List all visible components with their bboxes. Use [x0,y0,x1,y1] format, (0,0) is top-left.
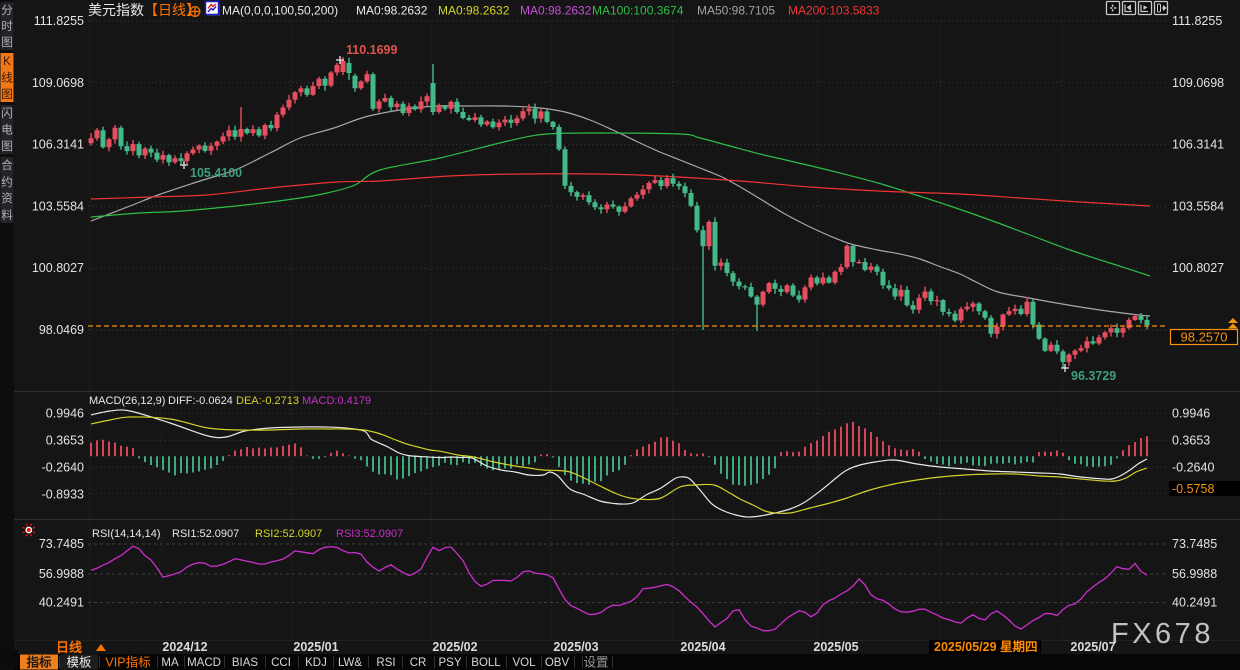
svg-text:MA50:98.7105: MA50:98.7105 [697,4,775,18]
svg-text:分: 分 [1,4,13,17]
svg-text:日线: 日线 [56,640,82,655]
svg-text:DEA:-0.2713: DEA:-0.2713 [236,395,299,407]
svg-text:0.3653: 0.3653 [46,433,84,447]
svg-text:BIAS: BIAS [232,657,259,669]
svg-text:BOLL: BOLL [471,657,501,669]
svg-text:109.0698: 109.0698 [32,76,84,90]
svg-text:RSI1:52.0907: RSI1:52.0907 [172,528,239,540]
svg-text:100.8027: 100.8027 [32,261,84,275]
svg-text:约: 约 [1,175,13,189]
svg-text:MA200:103.5833: MA200:103.5833 [788,4,880,18]
svg-text:73.7485: 73.7485 [39,537,84,551]
svg-text:MACD:0.4179: MACD:0.4179 [302,395,371,407]
svg-text:模板: 模板 [66,656,92,670]
svg-text:MA(0,0,0,100,50,200): MA(0,0,0,100,50,200) [222,4,338,18]
svg-text:料: 料 [1,208,13,222]
svg-text:图: 图 [1,88,13,101]
svg-text:0.9946: 0.9946 [1172,406,1210,420]
svg-text:MACD: MACD [187,657,221,669]
svg-text:56.9988: 56.9988 [39,567,84,581]
svg-text:2025/03: 2025/03 [553,640,598,654]
svg-text:2025/07: 2025/07 [1070,640,1115,654]
svg-text:PSY: PSY [438,657,461,669]
svg-text:2025/05/29 星期四: 2025/05/29 星期四 [934,639,1038,654]
svg-text:98.0469: 98.0469 [39,323,84,337]
svg-text:LW&: LW& [338,657,362,669]
svg-text:103.5584: 103.5584 [1172,199,1224,213]
svg-text:MA0:98.2632: MA0:98.2632 [520,4,592,18]
svg-text:电: 电 [1,124,13,137]
svg-text:MA0:98.2632: MA0:98.2632 [438,4,510,18]
svg-text:CCI: CCI [271,657,291,669]
svg-text:资: 资 [1,192,13,205]
svg-text:40.2491: 40.2491 [39,596,84,610]
svg-text:-0.2640: -0.2640 [1172,460,1214,474]
svg-text:VIP指标: VIP指标 [105,655,150,670]
svg-text:图: 图 [1,36,13,49]
svg-text:73.7485: 73.7485 [1172,537,1217,551]
svg-text:OBV: OBV [545,657,570,669]
svg-text:0.3653: 0.3653 [1172,433,1210,447]
svg-text:设置: 设置 [583,655,608,670]
svg-text:111.8255: 111.8255 [1172,14,1222,28]
svg-text:MA0:98.2632: MA0:98.2632 [356,4,428,18]
svg-text:DIFF:-0.0624: DIFF:-0.0624 [168,395,233,407]
svg-text:VOL: VOL [512,657,536,669]
svg-text:RSI2:52.0907: RSI2:52.0907 [255,528,322,540]
svg-text:RSI3:52.0907: RSI3:52.0907 [336,528,403,540]
svg-text:111.8255: 111.8255 [34,14,84,28]
svg-text:2025/02: 2025/02 [432,640,477,654]
svg-text:RSI: RSI [376,657,395,669]
svg-text:98.2570: 98.2570 [1181,330,1228,345]
svg-text:MA: MA [161,657,179,669]
svg-text:-0.8933: -0.8933 [42,487,84,501]
svg-text:103.5584: 103.5584 [32,199,84,213]
svg-text:-0.5758: -0.5758 [1172,482,1214,496]
svg-text:100.8027: 100.8027 [1172,261,1224,275]
svg-text:图: 图 [1,140,13,153]
svg-text:2025/05: 2025/05 [813,640,858,654]
svg-text:KDJ: KDJ [305,657,327,669]
svg-text:106.3141: 106.3141 [1172,138,1224,152]
svg-text:K: K [3,56,11,68]
svg-text:CR: CR [410,657,427,669]
svg-text:109.0698: 109.0698 [1172,76,1224,90]
svg-text:0.9946: 0.9946 [46,406,84,420]
svg-text:闪: 闪 [1,106,13,120]
svg-text:合: 合 [1,158,13,172]
svg-text:MACD(26,12,9): MACD(26,12,9) [89,395,165,407]
svg-text:40.2491: 40.2491 [1172,596,1217,610]
svg-text:线: 线 [1,71,13,85]
svg-text:RSI(14,14,14): RSI(14,14,14) [92,528,160,540]
svg-text:96.3729: 96.3729 [1071,369,1116,383]
svg-text:美元指数: 美元指数 [88,2,144,18]
svg-text:时: 时 [1,20,13,33]
svg-text:2025/04: 2025/04 [680,640,725,654]
svg-text:MA100:100.3674: MA100:100.3674 [592,4,684,18]
svg-text:2024/12: 2024/12 [162,640,207,654]
svg-text:-0.2640: -0.2640 [42,460,84,474]
svg-text:110.1699: 110.1699 [346,43,397,57]
svg-text:FX678: FX678 [1111,618,1214,650]
svg-text:56.9988: 56.9988 [1172,567,1217,581]
svg-text:指标: 指标 [26,655,52,670]
svg-text:2025/01: 2025/01 [293,640,338,654]
svg-text:106.3141: 106.3141 [32,138,84,152]
svg-text:105.4100: 105.4100 [190,166,242,180]
